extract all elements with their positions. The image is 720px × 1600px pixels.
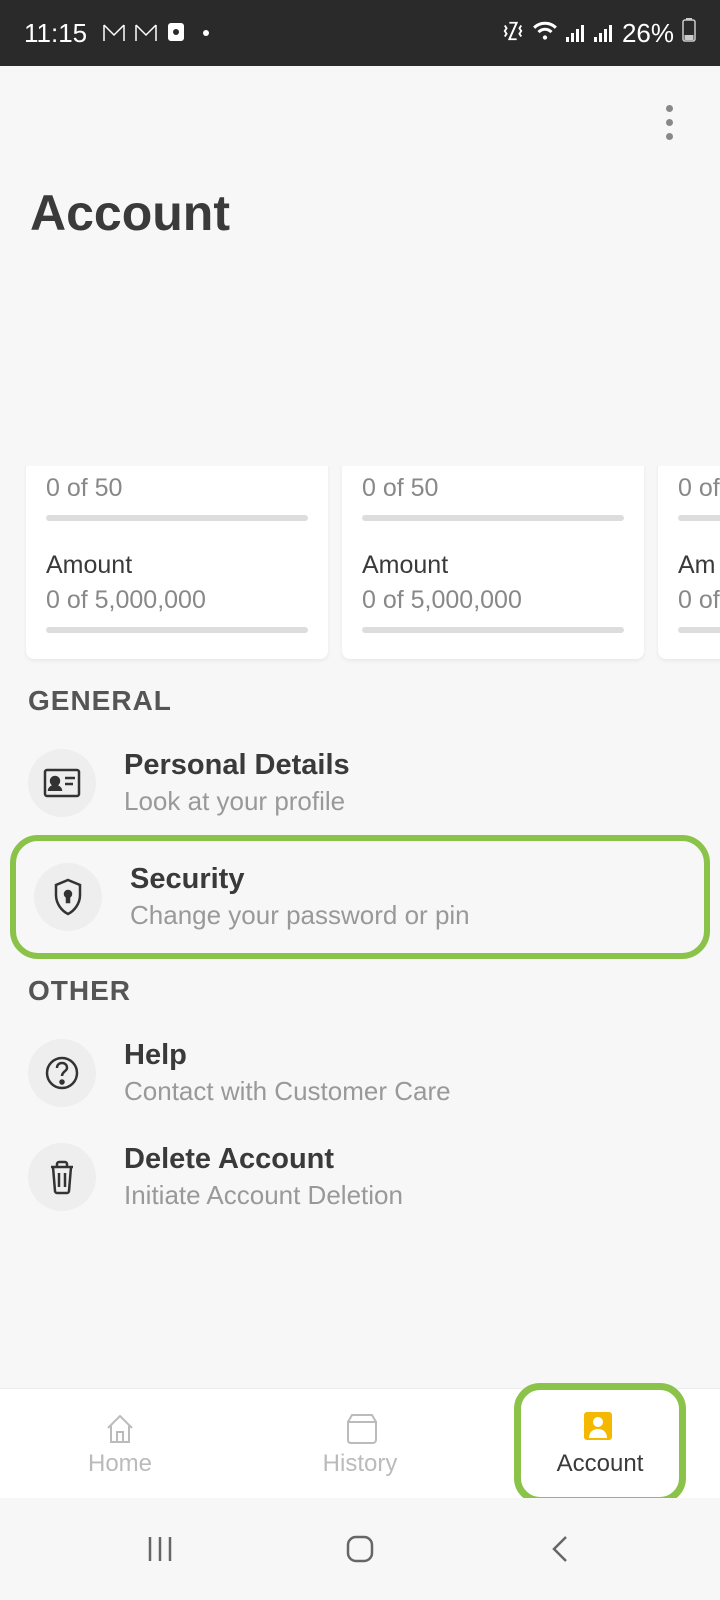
item-title: Help	[124, 1039, 692, 1072]
card-amount-label: Am	[678, 551, 720, 580]
item-subtitle: Contact with Customer Care	[124, 1076, 692, 1107]
item-text: Personal Details Look at your profile	[124, 749, 692, 817]
nav-label: History	[323, 1450, 398, 1478]
progress-bar	[46, 627, 308, 633]
item-subtitle: Initiate Account Deletion	[124, 1180, 692, 1211]
status-left: 11:15	[24, 18, 209, 49]
nav-account[interactable]: Account	[480, 1389, 720, 1498]
status-right: 26%	[502, 18, 696, 49]
nav-label: Home	[88, 1450, 152, 1478]
header: Account	[0, 66, 720, 466]
limit-card[interactable]: 0 of 50 Amount 0 of 5,000,000	[26, 456, 328, 659]
progress-bar	[362, 627, 624, 633]
card-amount-label: Amount	[362, 551, 624, 580]
nav-history[interactable]: History	[240, 1389, 480, 1498]
item-title: Personal Details	[124, 749, 692, 782]
item-title: Delete Account	[124, 1143, 692, 1176]
page-title: Account	[30, 184, 690, 242]
card-amount-text: 0 of 5,000,000	[362, 586, 624, 615]
item-subtitle: Look at your profile	[124, 786, 692, 817]
id-card-icon	[28, 749, 96, 817]
sys-back-button[interactable]	[542, 1531, 578, 1567]
security-item[interactable]: Security Change your password or pin	[10, 835, 710, 959]
system-nav	[0, 1498, 720, 1600]
battery-percentage: 26%	[622, 18, 674, 49]
card-amount-text: 0 of	[678, 586, 720, 615]
item-text: Help Contact with Customer Care	[124, 1039, 692, 1107]
card-amount-text: 0 of 5,000,000	[46, 586, 308, 615]
progress-bar	[678, 627, 720, 633]
notification-dot-icon	[203, 30, 209, 36]
section-header-other: OTHER	[28, 975, 692, 1007]
sys-home-button[interactable]	[342, 1531, 378, 1567]
card-progress-text: 0 of 50	[46, 474, 308, 503]
item-subtitle: Change your password or pin	[130, 900, 686, 931]
nav-home[interactable]: Home	[0, 1389, 240, 1498]
card-progress-text: 0 of	[678, 474, 720, 503]
delete-account-item[interactable]: Delete Account Initiate Account Deletion	[28, 1125, 692, 1229]
item-text: Security Change your password or pin	[130, 863, 686, 931]
status-bar: 11:15 26%	[0, 0, 720, 66]
progress-bar	[46, 515, 308, 521]
section-header-general: GENERAL	[28, 685, 692, 717]
other-section: OTHER Help Contact with Customer Care De…	[0, 967, 720, 1229]
wallet-icon	[342, 1410, 378, 1446]
limit-card[interactable]: 0 of Am 0 of	[658, 456, 720, 659]
battery-icon	[682, 18, 696, 49]
personal-details-item[interactable]: Personal Details Look at your profile	[28, 731, 692, 835]
item-title: Security	[130, 863, 686, 896]
sys-recents-button[interactable]	[142, 1531, 178, 1567]
signal-icon-1	[566, 18, 586, 49]
wifi-icon	[532, 18, 558, 49]
card-amount-label: Amount	[46, 551, 308, 580]
vibrate-icon	[502, 18, 524, 49]
home-icon	[102, 1410, 138, 1446]
trash-icon	[28, 1143, 96, 1211]
shield-icon	[34, 863, 102, 931]
app-icon	[167, 18, 185, 49]
progress-bar	[678, 515, 720, 521]
bottom-nav: Home History Account	[0, 1388, 720, 1498]
progress-bar	[362, 515, 624, 521]
help-icon	[28, 1039, 96, 1107]
signal-icon-2	[594, 18, 614, 49]
item-text: Delete Account Initiate Account Deletion	[124, 1143, 692, 1211]
card-progress-text: 0 of 50	[362, 474, 624, 503]
status-time: 11:15	[24, 18, 87, 49]
general-section: GENERAL Personal Details Look at your pr…	[0, 659, 720, 959]
mail-icon-2	[135, 18, 157, 49]
highlight-ring	[514, 1383, 686, 1504]
more-options-icon[interactable]	[654, 102, 684, 142]
mail-icon	[103, 18, 125, 49]
cards-carousel[interactable]: 0 of 50 Amount 0 of 5,000,000 0 of 50 Am…	[0, 456, 720, 659]
help-item[interactable]: Help Contact with Customer Care	[28, 1021, 692, 1125]
limit-card[interactable]: 0 of 50 Amount 0 of 5,000,000	[342, 456, 644, 659]
